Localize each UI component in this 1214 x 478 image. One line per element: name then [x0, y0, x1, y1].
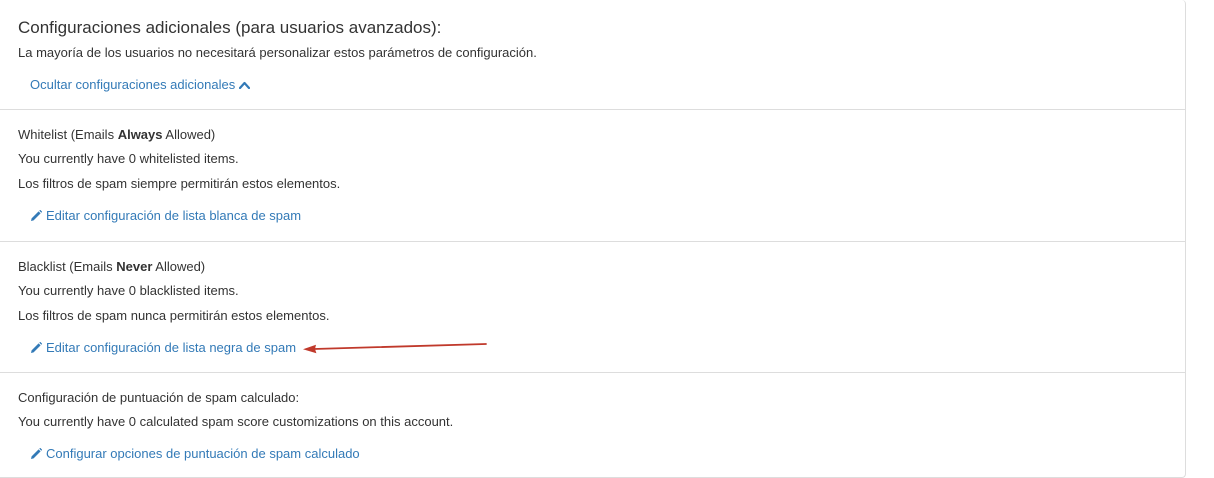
- header-subtitle: La mayoría de los usuarios no necesitará…: [18, 45, 537, 60]
- whitelist-heading: Whitelist (Emails Always Allowed): [18, 126, 215, 144]
- edit-whitelist-label: Editar configuración de lista blanca de …: [46, 208, 302, 223]
- whitelist-heading-prefix: Whitelist (Emails: [18, 127, 118, 142]
- blacklist-heading: Blacklist (Emails Never Allowed): [18, 258, 205, 276]
- spam-score-count: You currently have 0 calculated spam sco…: [18, 414, 454, 429]
- blacklist-heading-bold: Never: [116, 259, 153, 274]
- blacklist-count: You currently have 0 blacklisted items.: [18, 283, 239, 298]
- whitelist-heading-bold: Always: [117, 127, 163, 142]
- pencil-icon: [31, 342, 42, 353]
- edit-blacklist-link[interactable]: Editar configuración de lista negra de s…: [30, 339, 296, 357]
- annotation-arrow-icon: [303, 343, 487, 354]
- blacklist-heading-suffix: Allowed): [152, 259, 206, 274]
- edit-blacklist-label: Editar configuración de lista negra de s…: [46, 340, 297, 355]
- page-title: Configuraciones adicionales (para usuari…: [18, 18, 442, 37]
- blacklist-heading-prefix: Blacklist (Emails: [18, 259, 117, 274]
- whitelist-count: You currently have 0 whitelisted items.: [18, 151, 239, 166]
- blacklist-description: Los filtros de spam nunca permitirán est…: [18, 308, 330, 323]
- blacklist-section: Blacklist (Emails Never Allowed) You cur…: [0, 242, 1185, 373]
- whitelist-section: Whitelist (Emails Always Allowed) You cu…: [0, 110, 1185, 242]
- spam-score-section: Configuración de puntuación de spam calc…: [0, 373, 1185, 478]
- spam-score-heading: Configuración de puntuación de spam calc…: [18, 390, 300, 405]
- advanced-settings-header: Configuraciones adicionales (para usuari…: [0, 0, 1185, 110]
- hide-additional-settings-label: Ocultar configuraciones adicionales: [30, 77, 236, 92]
- chevron-up-icon: [239, 81, 251, 89]
- configure-spam-score-label: Configurar opciones de puntuación de spa…: [46, 446, 360, 461]
- hide-additional-settings-link[interactable]: Ocultar configuraciones adicionales: [30, 76, 251, 94]
- pencil-icon: [31, 210, 42, 221]
- whitelist-description: Los filtros de spam siempre permitirán e…: [18, 176, 341, 191]
- pencil-icon: [31, 448, 42, 459]
- edit-whitelist-link[interactable]: Editar configuración de lista blanca de …: [30, 207, 301, 225]
- configure-spam-score-link[interactable]: Configurar opciones de puntuación de spa…: [30, 445, 360, 463]
- additional-settings-panel: Configuraciones adicionales (para usuari…: [0, 0, 1186, 478]
- whitelist-heading-suffix: Allowed): [162, 127, 216, 142]
